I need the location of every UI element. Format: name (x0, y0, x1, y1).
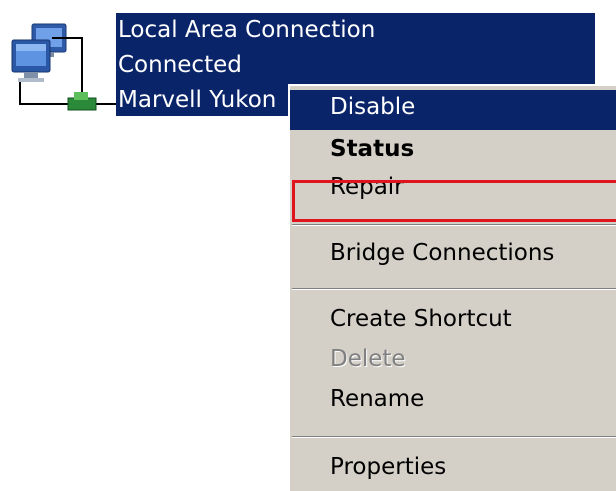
menu-item-create-shortcut[interactable]: Create Shortcut (290, 302, 616, 342)
menu-item-label: Create Shortcut (330, 306, 512, 332)
desktop-window-area: Local Area Connection Connected Marvell … (0, 0, 616, 491)
menu-item-bridge-connections[interactable]: Bridge Connections (290, 236, 616, 276)
network-computers-icon (11, 23, 116, 111)
menu-separator (292, 224, 616, 226)
context-menu: Disable Status Repair Bridge Connections… (288, 84, 616, 491)
menu-item-disable[interactable]: Disable (290, 90, 616, 130)
menu-item-label: Status (330, 136, 415, 162)
menu-separator (292, 288, 616, 290)
menu-item-label: Delete (330, 346, 406, 372)
menu-separator (292, 436, 616, 438)
menu-item-properties[interactable]: Properties (290, 450, 616, 490)
menu-item-delete: Delete (290, 344, 616, 384)
network-connection-icon[interactable] (8, 14, 116, 114)
menu-item-status[interactable]: Status (290, 132, 616, 172)
connection-device: Marvell Yukon (118, 87, 277, 113)
menu-item-label: Rename (330, 386, 425, 412)
menu-item-rename[interactable]: Rename (290, 386, 616, 426)
menu-item-label: Bridge Connections (330, 240, 555, 266)
connection-status: Connected (118, 52, 242, 78)
connection-name: Local Area Connection (118, 17, 376, 43)
menu-item-label: Properties (330, 454, 447, 480)
menu-item-label: Disable (330, 94, 416, 120)
repair-highlight-annotation (292, 180, 616, 222)
